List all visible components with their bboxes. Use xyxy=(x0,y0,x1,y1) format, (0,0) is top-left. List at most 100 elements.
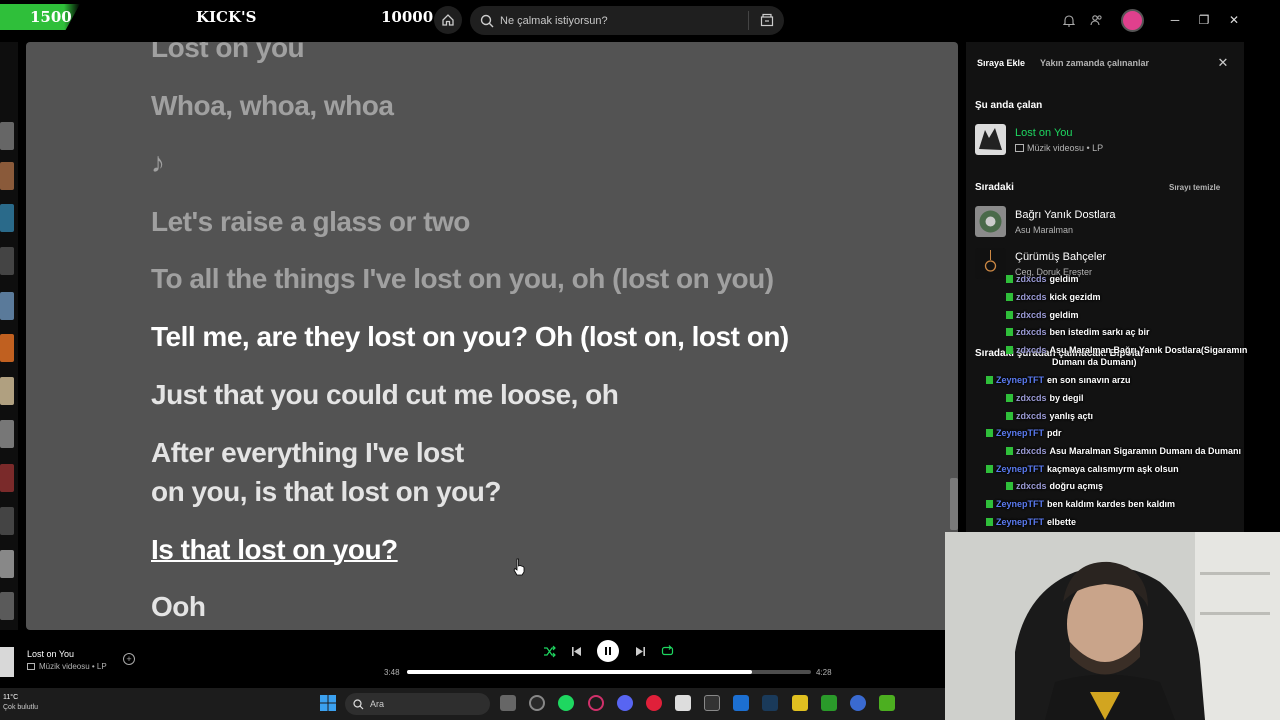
library-item-thumb[interactable] xyxy=(0,162,14,190)
chat-message: ZeynepTFT en son sınavın arzu xyxy=(986,375,1131,385)
settings-icon[interactable] xyxy=(850,695,866,711)
library-item-thumb[interactable] xyxy=(0,507,14,535)
store-icon[interactable] xyxy=(675,695,691,711)
windows-taskbar: 11°C Çok bulutlu Ara xyxy=(0,688,945,720)
library-item-thumb[interactable] xyxy=(0,377,14,405)
library-item-thumb[interactable] xyxy=(0,122,14,150)
lyric-line[interactable]: Whoa, whoa, whoa xyxy=(151,86,394,125)
kick-target-badge: 10000 xyxy=(381,8,434,26)
kick-icon xyxy=(1006,275,1013,283)
chat-message: zdxcds Asu Maralman Bağrı Yanık Dostlara(… xyxy=(1006,345,1247,355)
friends-icon[interactable] xyxy=(1087,11,1105,29)
library-item-thumb[interactable] xyxy=(0,592,14,620)
library-item-thumb[interactable] xyxy=(0,550,14,578)
kick-icon xyxy=(1006,394,1013,402)
library-item-thumb[interactable] xyxy=(0,247,14,275)
now-playing-heading: Şu anda çalan xyxy=(975,100,1043,111)
task-view-icon[interactable] xyxy=(500,695,516,711)
app-icon[interactable] xyxy=(879,695,895,711)
browse-icon[interactable] xyxy=(758,11,776,29)
weather-desc[interactable]: Çok bulutlu xyxy=(3,704,38,711)
lyric-line[interactable]: Ooh xyxy=(151,587,206,626)
bell-icon[interactable] xyxy=(1060,11,1078,29)
queue-item[interactable]: Bağrı Yanık Dostlara Asu Maralman xyxy=(975,206,1237,240)
lyrics-scrollbar[interactable] xyxy=(950,478,958,530)
app-icon[interactable] xyxy=(733,695,749,711)
windows-start-icon[interactable] xyxy=(320,695,336,711)
user-avatar[interactable] xyxy=(1121,9,1144,32)
now-playing-title[interactable]: Lost on You xyxy=(1015,127,1073,139)
app-icon[interactable] xyxy=(646,695,662,711)
chat-message: ZeynepTFT pdr xyxy=(986,428,1062,438)
tab-queue[interactable]: Sıraya Ekle xyxy=(977,58,1025,68)
lyric-line[interactable]: After everything I've lost xyxy=(151,433,464,472)
lyric-line-current[interactable]: Tell me, are they lost on you? Oh (lost … xyxy=(151,317,789,356)
lyric-line[interactable]: Just that you could cut me loose, oh xyxy=(151,375,619,414)
now-playing-item[interactable]: Lost on You Müzik videosu • LP xyxy=(975,124,1237,158)
queue-item-artist[interactable]: Asu Maralman xyxy=(1015,225,1073,235)
now-playing-thumb[interactable] xyxy=(0,647,14,677)
kick-icon xyxy=(986,465,993,473)
library-item-thumb[interactable] xyxy=(0,464,14,492)
video-icon xyxy=(1015,144,1024,152)
next-heading: Sıradaki xyxy=(975,182,1014,193)
hand-cursor-icon xyxy=(513,558,525,576)
progress-bar[interactable] xyxy=(407,670,811,674)
lyric-line[interactable]: on you, is that lost on you? xyxy=(151,472,502,511)
tab-recently-played[interactable]: Yakın zamanda çalınanlar xyxy=(1040,58,1149,68)
chat-message: zdxcds doğru açmış xyxy=(1006,481,1103,491)
opera-icon[interactable] xyxy=(588,695,604,711)
home-button[interactable] xyxy=(434,6,462,34)
album-art xyxy=(975,124,1006,155)
maximize-icon[interactable]: ❐ xyxy=(1196,12,1212,28)
discord-icon[interactable] xyxy=(617,695,633,711)
library-item-thumb[interactable] xyxy=(0,334,14,362)
queue-item-title[interactable]: Çürümüş Bahçeler xyxy=(1015,251,1106,263)
lyric-line-hovered[interactable]: Is that lost on you? xyxy=(151,530,398,569)
previous-icon[interactable] xyxy=(568,643,584,659)
repeat-icon[interactable] xyxy=(659,643,675,659)
kick-icon xyxy=(1006,482,1013,490)
player-track-title[interactable]: Lost on You xyxy=(27,649,74,659)
weather-temp[interactable]: 11°C xyxy=(3,694,18,701)
queue-item-title[interactable]: Bağrı Yanık Dostlara xyxy=(1015,209,1115,221)
search-bar[interactable] xyxy=(470,6,784,35)
chat-message: zdxcds kick gezidm xyxy=(1006,292,1101,302)
lyric-line[interactable]: To all the things I've lost on you, oh (… xyxy=(151,259,774,298)
kick-icon xyxy=(986,500,993,508)
minimize-icon[interactable]: ─ xyxy=(1167,12,1183,28)
search-input[interactable] xyxy=(500,14,740,27)
pause-button[interactable] xyxy=(597,640,619,662)
now-playing-sub: Müzik videosu • LP xyxy=(1015,143,1103,153)
chrome-icon[interactable] xyxy=(529,695,545,711)
app-icon[interactable] xyxy=(792,695,808,711)
minecraft-icon[interactable] xyxy=(821,695,837,711)
kick-goal-badge: 1500 xyxy=(0,4,80,30)
kicks-label: KICK'S xyxy=(196,8,257,26)
library-item-thumb[interactable] xyxy=(0,420,14,448)
clear-queue-button[interactable]: Sırayı temizle xyxy=(1169,183,1220,192)
next-icon[interactable] xyxy=(632,643,648,659)
close-window-icon[interactable]: ✕ xyxy=(1226,12,1242,28)
close-icon[interactable]: ✕ xyxy=(1216,56,1230,70)
epic-games-icon[interactable] xyxy=(704,695,720,711)
kick-icon xyxy=(1006,447,1013,455)
shuffle-icon[interactable] xyxy=(541,643,557,659)
chat-message: ZeynepTFT kaçmaya calısmıyrm aşk olsun xyxy=(986,464,1179,474)
player-track-sub: Müzik videosu • LP xyxy=(27,662,107,671)
kick-icon xyxy=(1006,346,1013,354)
library-item-thumb[interactable] xyxy=(0,292,14,320)
stream-chat-overlay: zdxcds geldim zdxcds kick gezidm zdxcds gel… xyxy=(960,268,1260,532)
taskbar-search[interactable]: Ara xyxy=(345,693,490,715)
spotify-icon[interactable] xyxy=(558,695,574,711)
steam-icon[interactable] xyxy=(762,695,778,711)
add-to-library-button[interactable]: + xyxy=(123,653,135,665)
kick-icon xyxy=(1006,328,1013,336)
chat-message-continued: Dumanı da Dumanı) xyxy=(1052,357,1137,367)
lyric-line[interactable]: Let's raise a glass or two xyxy=(151,202,470,241)
kick-icon xyxy=(1006,311,1013,319)
lyric-line[interactable]: Lost on you xyxy=(151,42,305,67)
library-item-thumb[interactable] xyxy=(0,204,14,232)
webcam-image xyxy=(945,532,1280,720)
lyric-line-music-note[interactable]: ♪ xyxy=(151,143,165,182)
